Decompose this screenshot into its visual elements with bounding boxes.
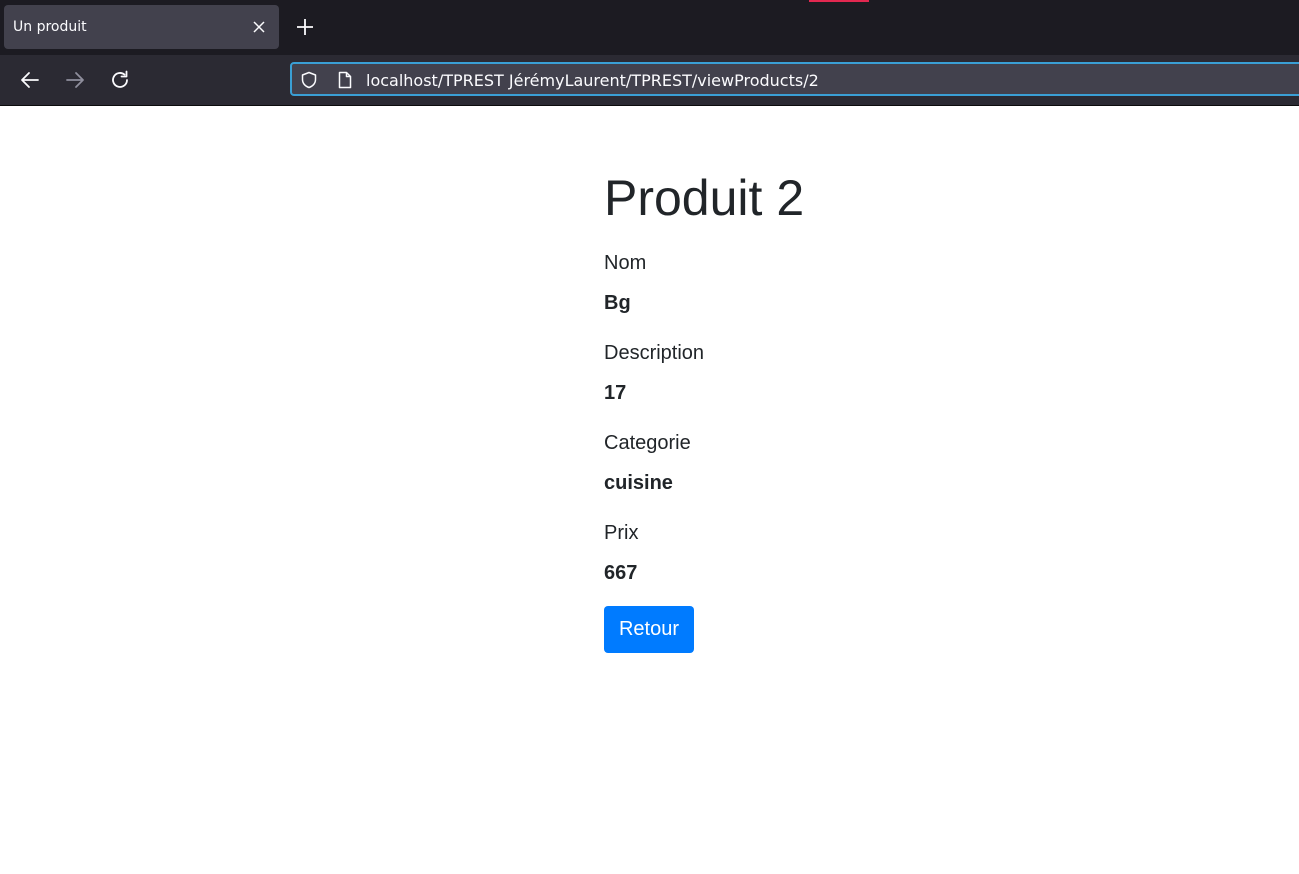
- plus-icon[interactable]: [294, 16, 316, 38]
- field-value-nom: Bg: [604, 292, 631, 314]
- close-icon[interactable]: [249, 17, 269, 37]
- chrome-divider: [0, 105, 1299, 106]
- field-value-prix: 667: [604, 562, 638, 584]
- tab-accent-bar: [809, 0, 869, 2]
- field-value-description: 17: [604, 382, 627, 404]
- field-label-prix: Prix: [604, 522, 639, 544]
- browser-tab-active[interactable]: Un produit: [4, 5, 279, 49]
- field-label-categorie: Categorie: [604, 432, 691, 454]
- shield-icon[interactable]: [300, 71, 318, 89]
- back-button[interactable]: Retour: [604, 606, 694, 653]
- url-bar[interactable]: localhost/TPREST JérémyLaurent/TPREST/vi…: [290, 62, 1299, 96]
- page-title: Produit 2: [604, 170, 805, 226]
- arrow-right-icon[interactable]: [64, 69, 86, 91]
- field-label-nom: Nom: [604, 252, 647, 274]
- tab-title: Un produit: [13, 19, 87, 35]
- page-icon[interactable]: [336, 71, 354, 89]
- nav-toolbar: localhost/TPREST JérémyLaurent/TPREST/vi…: [0, 55, 1299, 105]
- field-label-description: Description: [604, 342, 705, 364]
- arrow-left-icon[interactable]: [19, 69, 41, 91]
- tab-bar: Un produit: [0, 0, 1299, 55]
- reload-icon[interactable]: [109, 69, 131, 91]
- url-text[interactable]: localhost/TPREST JérémyLaurent/TPREST/vi…: [366, 71, 819, 90]
- browser-chrome: Un produit localhost/TPREST JérémyLauren…: [0, 0, 1299, 106]
- field-value-categorie: cuisine: [604, 472, 673, 494]
